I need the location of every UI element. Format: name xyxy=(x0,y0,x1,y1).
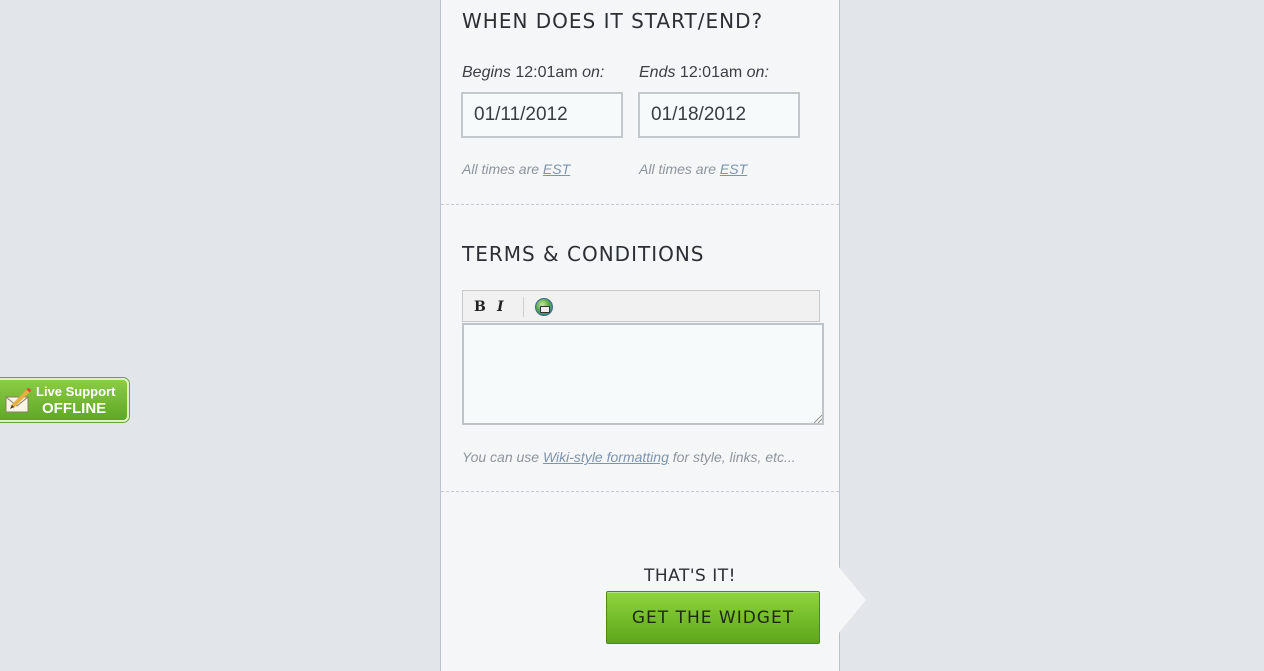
section-divider xyxy=(441,204,839,205)
toolbar-separator xyxy=(523,297,524,317)
hint-prefix: You can use xyxy=(462,449,540,465)
ends-time: 12:01am xyxy=(679,64,743,81)
live-support-status: OFFLINE xyxy=(42,400,107,417)
timezone-text: All times are xyxy=(639,161,717,177)
live-support-label: Live Support xyxy=(36,384,116,399)
terms-section-title: TERMS & CONDITIONS xyxy=(462,242,705,266)
begins-time: 12:01am xyxy=(515,64,578,81)
start-timezone-note: All times are EST xyxy=(462,161,570,177)
timezone-text: All times are xyxy=(462,161,540,177)
envelope-pencil-icon xyxy=(5,388,32,413)
italic-button[interactable]: I xyxy=(497,299,504,315)
live-support-badge[interactable]: Live Support OFFLINE xyxy=(0,378,129,422)
end-timezone-note: All times are EST xyxy=(639,161,747,177)
section-divider xyxy=(441,491,839,492)
resize-grip[interactable] xyxy=(814,415,822,423)
begins-prefix: Begins xyxy=(462,64,511,81)
editor-toolbar: B I xyxy=(462,290,820,322)
panel-notch xyxy=(838,566,866,634)
begins-label: Begins 12:01am on: xyxy=(462,64,604,82)
start-date-input[interactable] xyxy=(461,92,623,138)
form-panel: WHEN DOES IT START/END? Begins 12:01am o… xyxy=(440,0,840,671)
formatting-hint: You can use Wiki-style formatting for st… xyxy=(462,449,796,465)
ends-prefix: Ends xyxy=(639,64,676,81)
ends-suffix: on: xyxy=(746,64,769,81)
bold-button[interactable]: B xyxy=(474,299,486,315)
schedule-section-title: WHEN DOES IT START/END? xyxy=(462,9,764,33)
begins-suffix: on: xyxy=(582,64,605,81)
page: Live Support OFFLINE WHEN DOES IT START/… xyxy=(0,0,1264,671)
hint-suffix: for style, links, etc... xyxy=(672,449,796,465)
wiki-formatting-link[interactable]: Wiki-style formatting xyxy=(543,449,669,465)
globe-link-icon[interactable] xyxy=(535,298,553,316)
get-widget-button[interactable]: GET THE WIDGET xyxy=(606,591,820,644)
ends-label: Ends 12:01am on: xyxy=(639,64,769,82)
cta-heading: THAT'S IT! xyxy=(644,566,736,586)
terms-textarea[interactable] xyxy=(462,323,824,425)
end-date-input[interactable] xyxy=(638,92,800,138)
timezone-link[interactable]: EST xyxy=(720,161,747,177)
timezone-link[interactable]: EST xyxy=(543,161,570,177)
